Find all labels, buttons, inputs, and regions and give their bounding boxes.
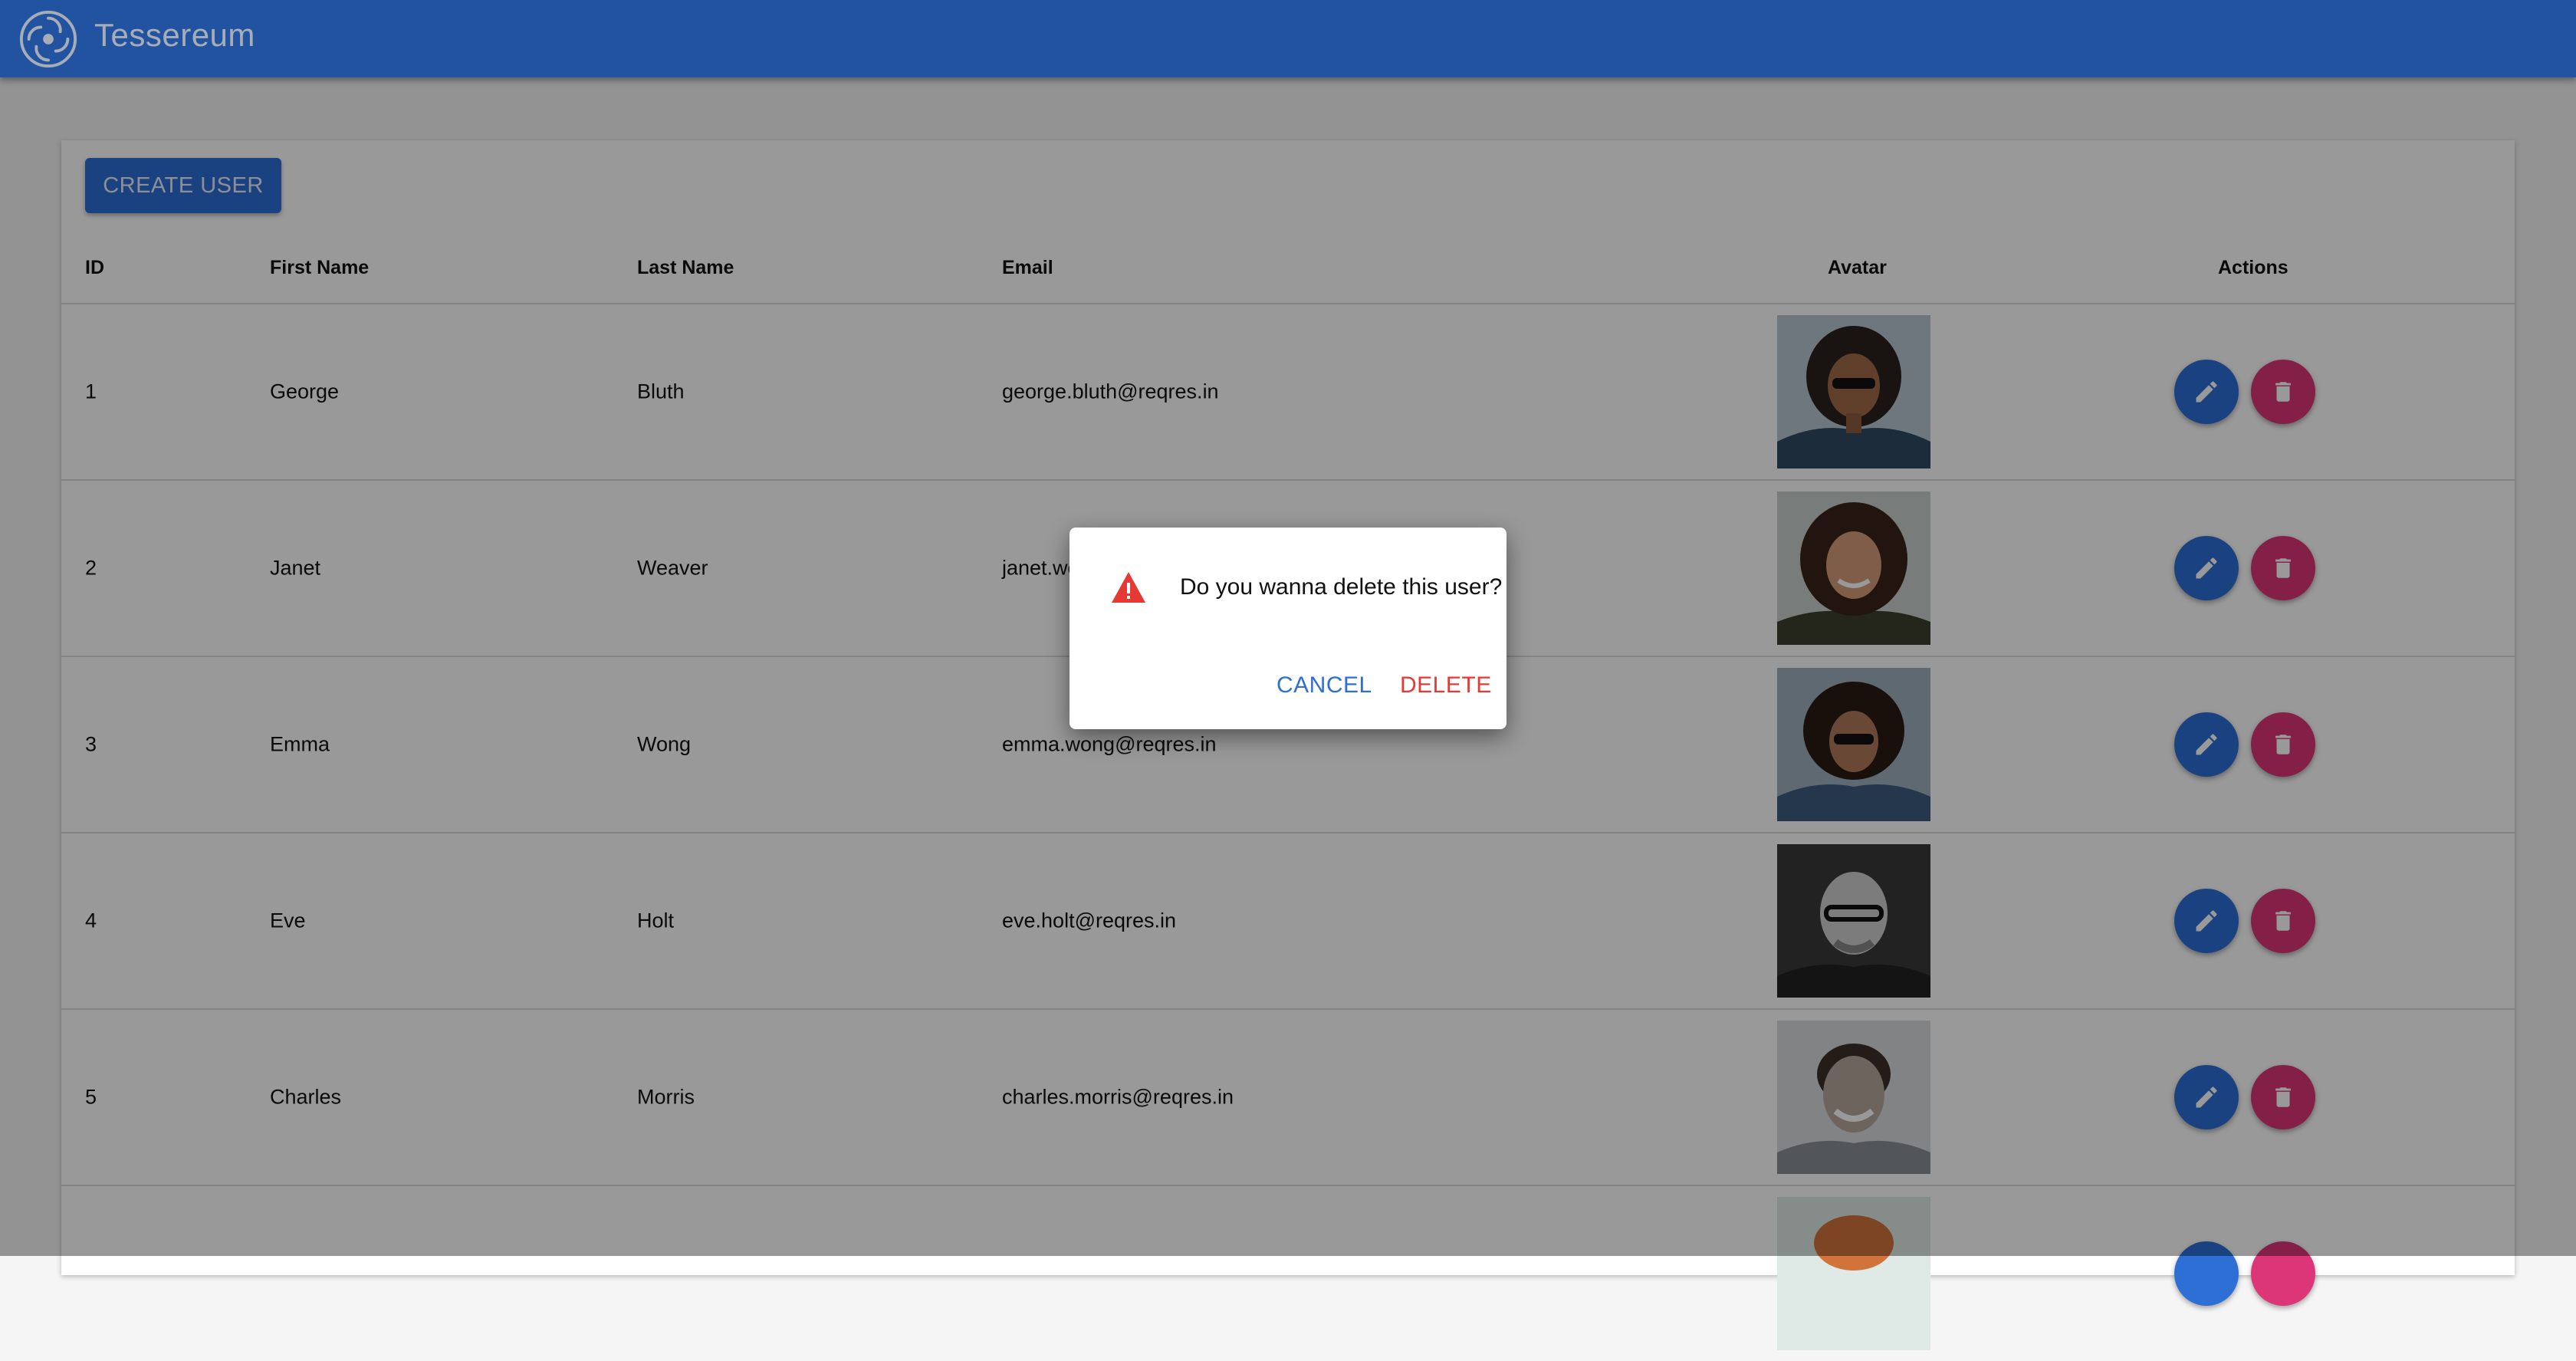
- confirm-delete-button[interactable]: DELETE: [1400, 672, 1492, 699]
- warning-icon: [1112, 572, 1145, 603]
- dialog-message: Do you wanna delete this user?: [1180, 574, 1503, 600]
- cancel-button[interactable]: CANCEL: [1276, 672, 1372, 699]
- app-bar-dim: [0, 0, 2576, 77]
- confirm-delete-dialog: Do you wanna delete this user? CANCEL DE…: [1070, 528, 1506, 729]
